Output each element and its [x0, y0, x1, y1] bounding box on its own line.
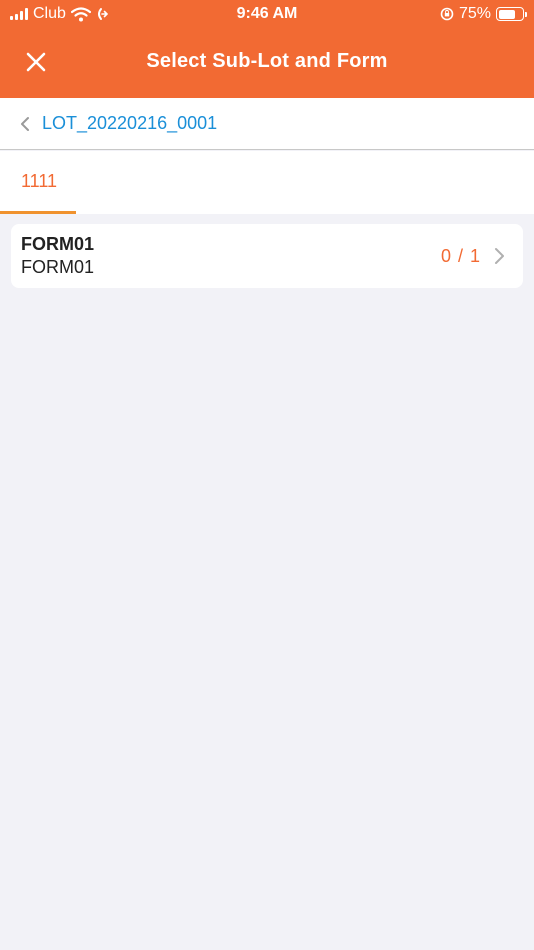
tab-label: 1111 [21, 171, 58, 191]
sub-lot-tabs: 1111 [0, 151, 534, 214]
tab-sub-lot-1111[interactable]: 1111 [0, 151, 76, 214]
breadcrumb[interactable]: LOT_20220216_0001 [0, 98, 534, 150]
orientation-lock-icon [440, 7, 454, 21]
chevron-left-icon [20, 114, 34, 134]
battery-percent: 75% [458, 5, 491, 22]
status-right: 75% [440, 5, 527, 23]
tab-active-indicator [0, 211, 76, 214]
form-title: FORM01 [21, 234, 95, 254]
page-title: Select Sub-Lot and Form [146, 50, 388, 72]
status-bar: Club 9:46 AM 75% [0, 0, 534, 28]
form-count: 0 / 1 [440, 246, 481, 266]
form-list-item[interactable]: FORM01 FORM01 0 / 1 [11, 224, 523, 288]
battery-icon [496, 7, 527, 21]
app-header: Club 9:46 AM 75% Select Sub-Lot and Form [0, 0, 534, 98]
form-subtitle: FORM01 [21, 257, 95, 277]
chevron-right-icon [495, 248, 504, 264]
breadcrumb-lot-link[interactable]: LOT_20220216_0001 [42, 113, 217, 134]
